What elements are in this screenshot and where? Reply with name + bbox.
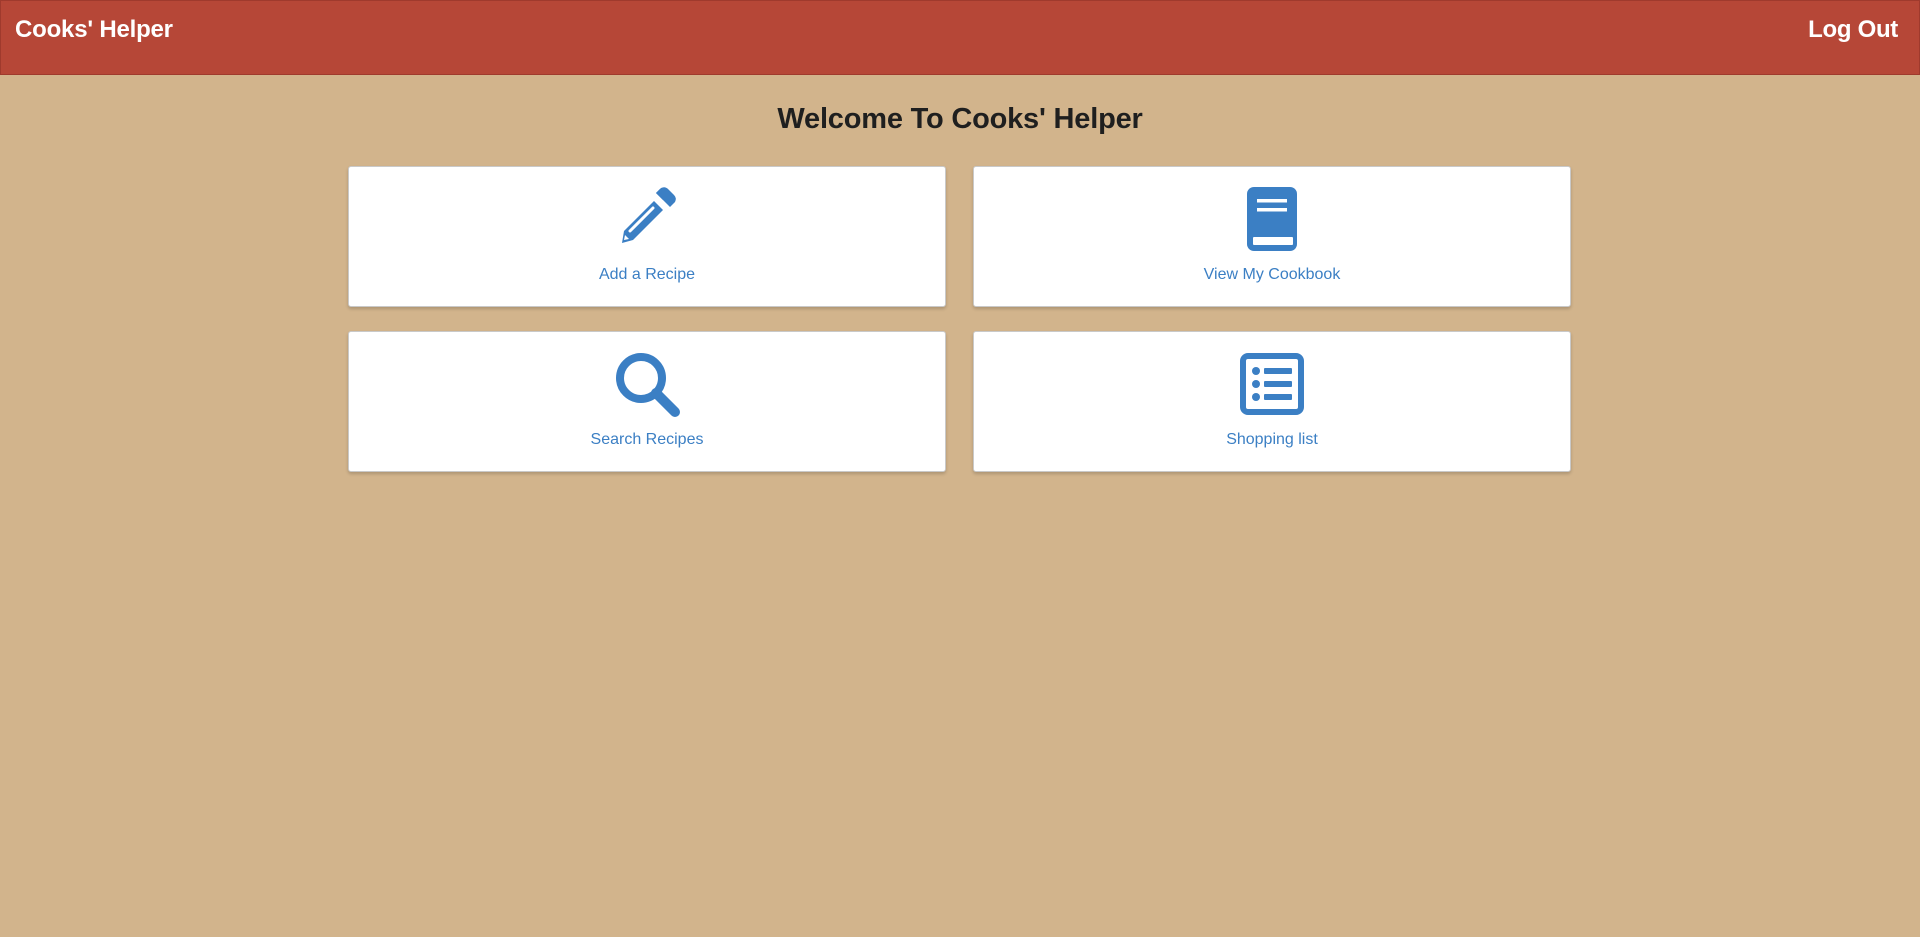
tile-label: Add a Recipe xyxy=(598,266,696,283)
list-icon xyxy=(1238,350,1306,418)
view-cookbook-tile[interactable]: View My Cookbook xyxy=(973,166,1571,307)
add-recipe-tile[interactable]: Add a Recipe xyxy=(348,166,946,307)
navbar: Cooks' Helper Log Out xyxy=(0,0,1920,75)
tile-label: Shopping list xyxy=(1226,431,1318,448)
shopping-list-tile[interactable]: Shopping list xyxy=(973,331,1571,472)
tile-label: View My Cookbook xyxy=(1203,266,1341,283)
tile-label: Search Recipes xyxy=(590,431,704,448)
search-icon xyxy=(613,350,681,418)
brand-link[interactable]: Cooks' Helper xyxy=(15,16,173,44)
logout-link[interactable]: Log Out xyxy=(1808,16,1898,44)
search-recipes-tile[interactable]: Search Recipes xyxy=(348,331,946,472)
page-title: Welcome To Cooks' Helper xyxy=(777,103,1143,135)
pencil-icon xyxy=(613,185,681,253)
book-icon xyxy=(1238,185,1306,253)
